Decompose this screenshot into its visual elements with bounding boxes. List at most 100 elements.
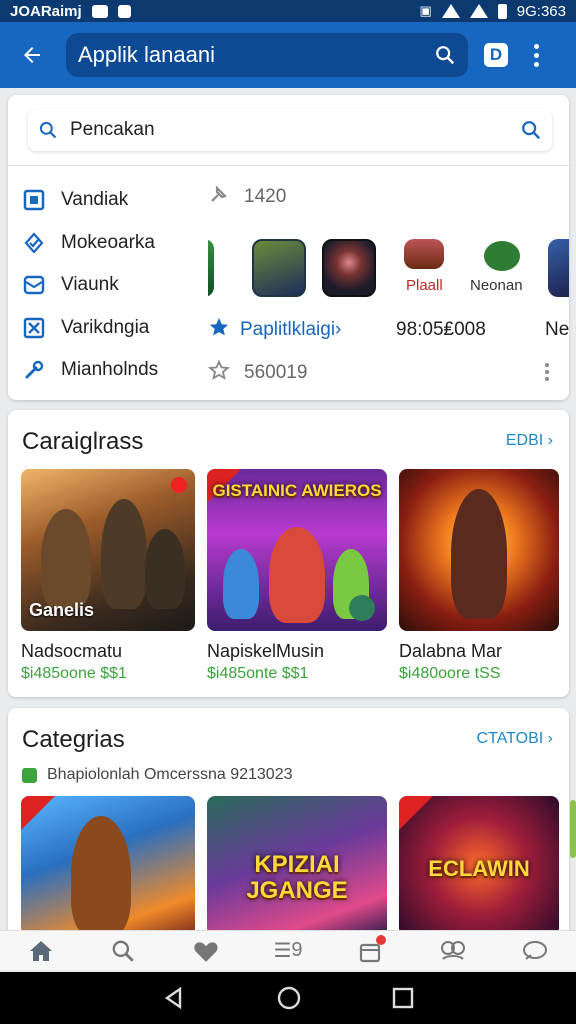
menu-item-label: Mokeoarka bbox=[61, 231, 155, 253]
category-tile[interactable]: KPIZIAI JGANGE bbox=[207, 796, 387, 936]
menu-item-label: Viaunk bbox=[61, 274, 119, 296]
game-price: $i480oore tSS bbox=[399, 665, 501, 682]
stat-row: 1420 bbox=[208, 183, 286, 211]
game-tile[interactable]: GISTAINIC AWIEROS NapiskelMusin $i485ont… bbox=[207, 469, 387, 682]
menu-item-label: Vandiak bbox=[61, 189, 129, 211]
profile-d-icon[interactable]: D bbox=[484, 43, 508, 67]
game-tile[interactable]: Ganelis Nadsocmatu $i485oone $$1 bbox=[21, 469, 195, 682]
menu-item-label: Varikdngia bbox=[61, 316, 150, 338]
menu-item[interactable]: Varikdngia bbox=[22, 307, 207, 350]
section-subtitle: Bhapiolonlah Omcerssna 9213023 bbox=[47, 766, 293, 783]
menu-item-label: Mianholnds bbox=[61, 359, 159, 381]
check-badge-icon bbox=[22, 231, 46, 255]
category-menu: Vandiak Mokeoarka Viaunk Varikdngia Mian… bbox=[22, 179, 207, 392]
search-icon bbox=[39, 121, 57, 139]
game-price: $i485oone $$1 bbox=[21, 665, 127, 682]
mail-icon bbox=[22, 273, 46, 297]
popular-edge-text: Ne bbox=[545, 319, 570, 340]
artwork-caption: Ganelis bbox=[29, 600, 95, 620]
section-title: Categrias bbox=[22, 726, 125, 753]
category-tile[interactable] bbox=[21, 796, 195, 936]
app-search-input[interactable]: Applik lanaani bbox=[66, 33, 468, 77]
menu-item[interactable]: Mianholnds bbox=[22, 349, 207, 392]
nav-bag[interactable] bbox=[350, 933, 390, 969]
game-tile[interactable]: Dalabna Mar $i480oore tSS bbox=[399, 469, 559, 682]
more-options-icon[interactable] bbox=[545, 363, 549, 381]
star-icon bbox=[208, 316, 230, 344]
app-icon[interactable] bbox=[322, 239, 376, 297]
pin-icon bbox=[208, 183, 232, 211]
stat-value: 1420 bbox=[244, 186, 287, 207]
back-triangle-icon[interactable] bbox=[162, 986, 186, 1010]
wrench-icon bbox=[22, 358, 46, 382]
app-icon[interactable] bbox=[252, 239, 306, 297]
square-icon bbox=[22, 188, 46, 212]
section-link[interactable]: CTATOBI › bbox=[477, 730, 553, 748]
featured-apps-strip: Plaall Neonan bbox=[208, 235, 569, 305]
nav-chat[interactable] bbox=[515, 933, 555, 969]
app-label: Neonan bbox=[470, 277, 523, 294]
arrow-left-icon bbox=[24, 47, 40, 63]
game-name: NapiskelMusin bbox=[207, 641, 325, 661]
search-icon bbox=[113, 940, 135, 962]
nav-list-label: 9 bbox=[291, 939, 303, 961]
home-icon bbox=[30, 940, 53, 961]
refresh-badge-icon bbox=[349, 595, 375, 621]
app-icon[interactable] bbox=[548, 239, 569, 297]
menu-item[interactable]: Mokeoarka bbox=[22, 222, 207, 265]
search-input-text: Pencakan bbox=[70, 119, 155, 140]
system-navigation-bar bbox=[0, 972, 576, 1024]
search-panel: Pencakan Vandiak Mokeoarka Viaunk Varikd… bbox=[8, 95, 569, 400]
vibrate-icon: ▣ bbox=[419, 3, 432, 18]
popular-link[interactable]: Paplitlklaigi› bbox=[240, 319, 341, 341]
ribbon-icon bbox=[21, 796, 55, 830]
leaf-icon bbox=[22, 767, 37, 783]
nav-list[interactable]: ☰ 9 bbox=[268, 933, 308, 969]
bottom-navigation: ☰ 9 bbox=[0, 930, 576, 970]
section-title: Caraiglrass bbox=[22, 428, 144, 455]
app-icon[interactable] bbox=[484, 241, 520, 271]
heart-icon bbox=[194, 941, 218, 962]
home-circle-icon[interactable] bbox=[276, 985, 302, 1011]
recents-square-icon[interactable] bbox=[392, 987, 414, 1009]
search-input[interactable]: Pencakan bbox=[28, 109, 552, 151]
category-artwork bbox=[21, 796, 195, 936]
status-bar: JOARaimj ▣ 9G:363 bbox=[0, 0, 576, 22]
notification-icon bbox=[117, 4, 131, 18]
menu-item[interactable]: Viaunk bbox=[22, 264, 207, 307]
game-artwork: Ganelis bbox=[21, 469, 195, 631]
artwork-title: GISTAINIC AWIEROS bbox=[212, 481, 382, 500]
app-label: Plaall bbox=[406, 277, 443, 294]
artwork-title: KPIZIAI JGANGE bbox=[246, 851, 348, 904]
app-bar: Applik lanaani D bbox=[0, 22, 576, 88]
game-price: $i485onte $$1 bbox=[207, 665, 309, 682]
app-icon[interactable] bbox=[404, 239, 444, 269]
star-outline-icon bbox=[208, 359, 232, 387]
nav-search[interactable] bbox=[103, 933, 143, 969]
game-name: Nadsocmatu bbox=[21, 641, 123, 661]
back-button[interactable] bbox=[12, 35, 52, 75]
nav-home[interactable] bbox=[21, 933, 61, 969]
section-link[interactable]: EDBI › bbox=[506, 432, 553, 450]
nav-favorites[interactable] bbox=[186, 933, 226, 969]
search-icon[interactable] bbox=[520, 119, 542, 141]
scroll-indicator[interactable] bbox=[570, 800, 576, 858]
notification-icon bbox=[91, 4, 108, 18]
nav-friends[interactable] bbox=[433, 933, 473, 969]
category-artwork: ECLAWIN bbox=[399, 796, 559, 936]
status-bar-text: JOARaimj bbox=[10, 2, 82, 20]
menu-item[interactable]: Vandiak bbox=[22, 179, 207, 222]
game-artwork: GISTAINIC AWIEROS bbox=[207, 469, 387, 631]
category-tile[interactable]: ECLAWIN bbox=[399, 796, 559, 936]
divider bbox=[8, 165, 569, 166]
overflow-menu-icon[interactable] bbox=[534, 43, 539, 67]
status-time: 9G:363 bbox=[516, 2, 566, 20]
popular-date: 98:05₤008 bbox=[396, 319, 486, 340]
app-icon[interactable] bbox=[208, 239, 214, 297]
list-icon: ☰ bbox=[273, 940, 292, 962]
stat-value: 560019 bbox=[244, 362, 308, 383]
wifi-icon bbox=[441, 4, 460, 18]
chat-icon bbox=[522, 940, 547, 960]
notification-dot bbox=[376, 934, 387, 945]
search-icon[interactable] bbox=[434, 44, 456, 66]
